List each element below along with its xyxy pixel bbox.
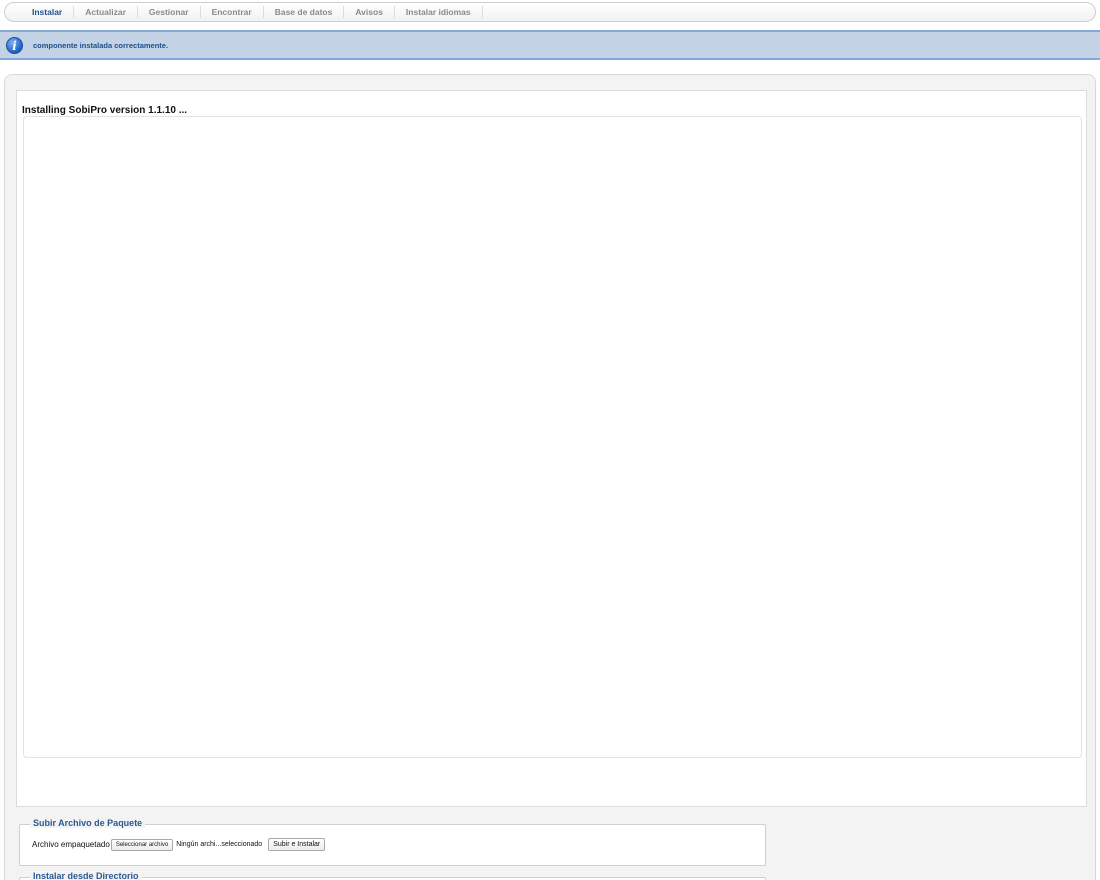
info-icon: i	[6, 36, 23, 54]
upload-row: Archivo empaquetado Seleccionar archivo …	[32, 838, 326, 851]
install-title: Installing SobiPro version 1.1.10 ...	[22, 105, 188, 116]
tab-base-de-datos[interactable]: Base de datos	[264, 6, 345, 18]
file-status-text: Ningún archi...seleccionado	[176, 841, 263, 848]
choose-file-button[interactable]: Seleccionar archivo	[110, 838, 174, 851]
upload-package-legend: Subir Archivo de Paquete	[30, 818, 146, 828]
install-directory-legend: Instalar desde Directorio	[30, 871, 142, 880]
tab-gestionar[interactable]: Gestionar	[138, 6, 201, 18]
upload-package-fieldset: Subir Archivo de Paquete Archivo empaque…	[19, 818, 766, 866]
upload-install-button[interactable]: Subir e Instalar	[268, 838, 326, 851]
info-message-text: componente instalada correctamente.	[33, 40, 169, 50]
info-message-bar: i componente instalada correctamente.	[0, 30, 1100, 60]
package-file-label: Archivo empaquetado	[32, 840, 110, 849]
install-log-area[interactable]	[23, 116, 1082, 758]
tab-avisos[interactable]: Avisos	[344, 6, 395, 18]
tab-actualizar[interactable]: Actualizar	[74, 6, 138, 18]
tab-instalar-idiomas[interactable]: Instalar idiomas	[395, 6, 483, 18]
main-container: Installing SobiPro version 1.1.10 ... Su…	[4, 74, 1096, 880]
page: Instalar Actualizar Gestionar Encontrar …	[0, 0, 1100, 880]
tab-encontrar[interactable]: Encontrar	[201, 6, 264, 18]
tab-bar: Instalar Actualizar Gestionar Encontrar …	[4, 2, 1096, 22]
tab-instalar[interactable]: Instalar	[21, 6, 75, 18]
install-panel: Installing SobiPro version 1.1.10 ...	[16, 90, 1087, 807]
